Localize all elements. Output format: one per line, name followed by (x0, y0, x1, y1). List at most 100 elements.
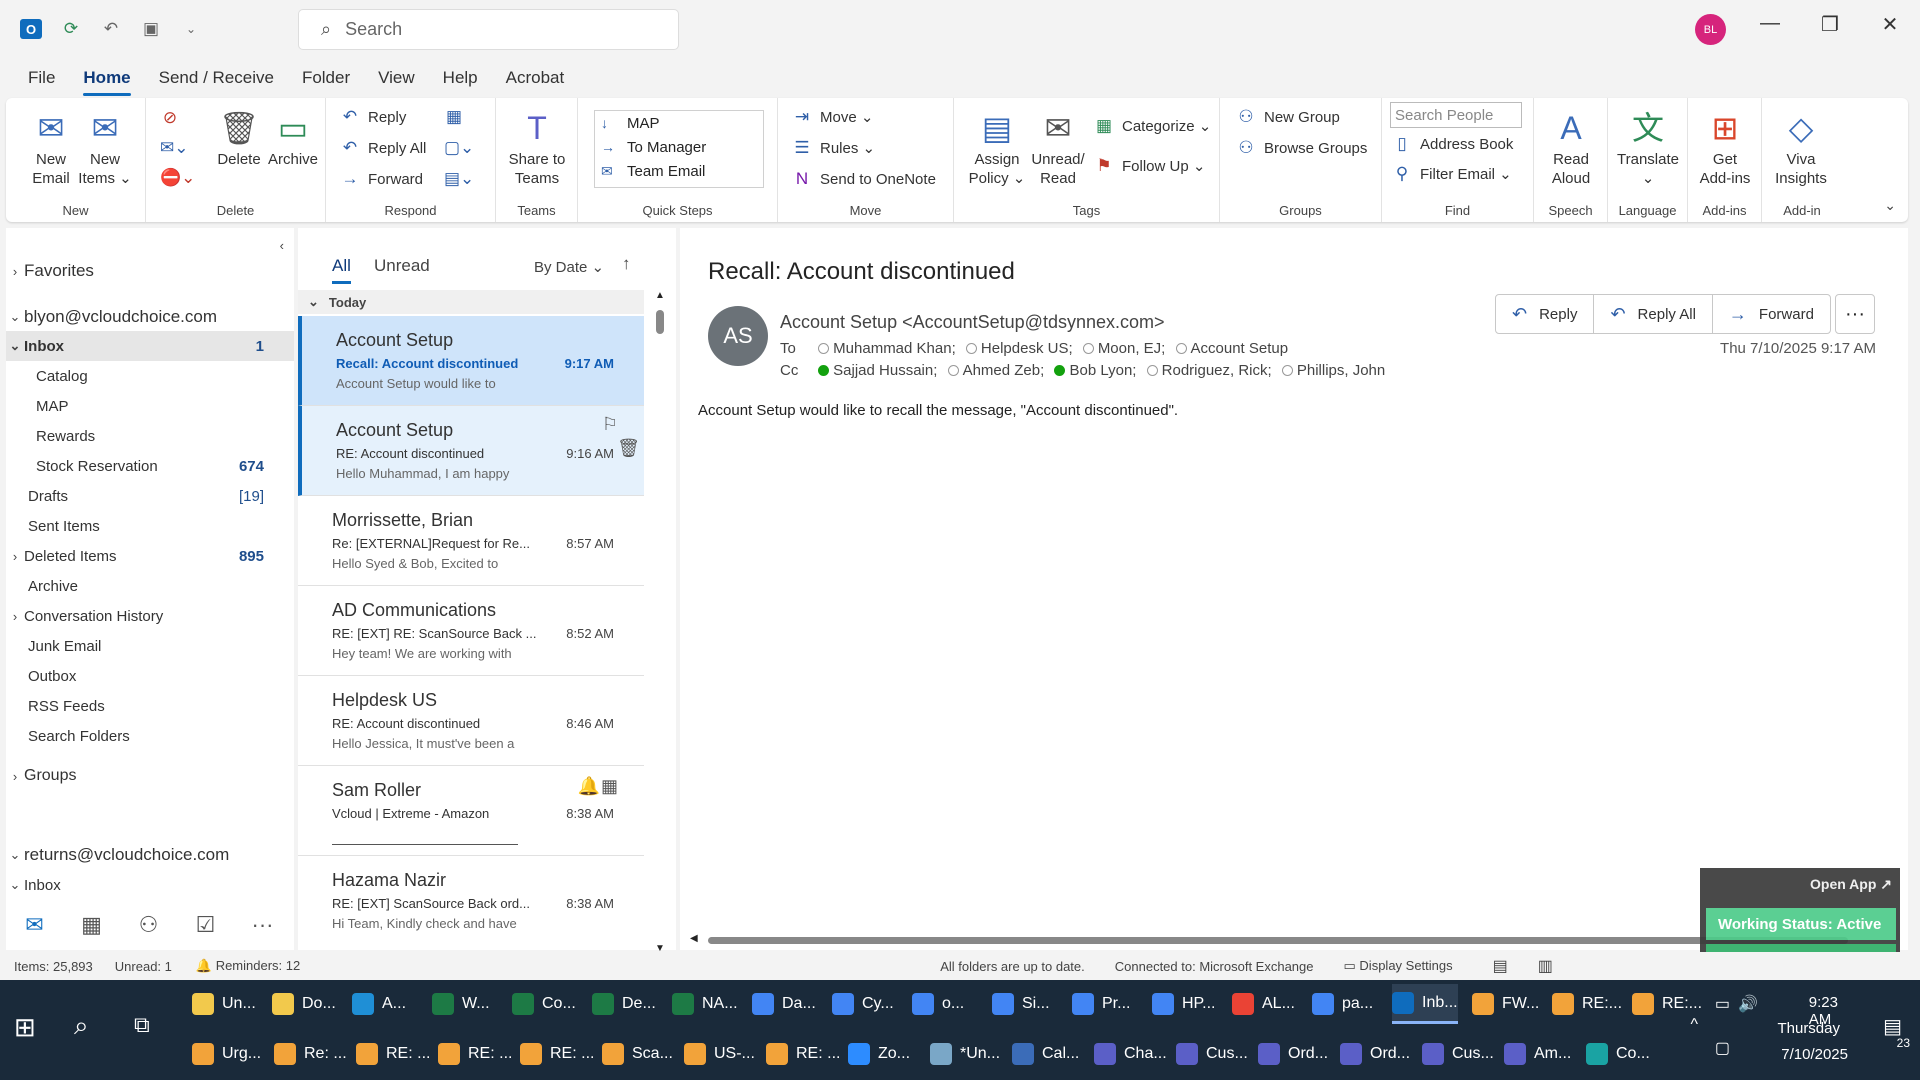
menu-send-receive[interactable]: Send / Receive (159, 62, 274, 94)
quick-step-team-email[interactable]: ✉ Team Email (595, 159, 763, 183)
menu-home[interactable]: Home (83, 62, 131, 96)
rules-button[interactable]: ☰ Rules ⌄ (792, 138, 875, 158)
mail-item[interactable]: Sam Roller Vcloud | Extreme - Amazon 8:3… (298, 766, 644, 856)
message-list-scrollbar[interactable]: ▲ ▼ (654, 290, 666, 954)
mail-icon[interactable]: ✉ (6, 912, 63, 938)
new-group-button[interactable]: ⚇ New Group (1236, 107, 1340, 127)
tasks-icon[interactable]: ☑ (177, 912, 234, 938)
menu-help[interactable]: Help (443, 62, 478, 94)
sort-direction-icon[interactable]: ↑ (622, 254, 631, 274)
ignore-icon[interactable]: ⊘ (160, 108, 188, 128)
taskbar-app[interactable]: *Un... (930, 1034, 1000, 1074)
folder-map[interactable]: MAP (6, 391, 294, 421)
more-respond-icon[interactable]: ▤⌄ (444, 169, 474, 189)
reading-view-icon[interactable]: ▥ (1538, 956, 1553, 976)
minimize-icon[interactable]: — (1750, 12, 1790, 35)
mail-item[interactable]: Account Setup RE: Account discontinued 9… (298, 406, 644, 496)
tab-unread[interactable]: Unread (374, 256, 430, 276)
folder-stock-reservation[interactable]: Stock Reservation 674 (6, 451, 294, 481)
im-icon[interactable]: ▢⌄ (444, 138, 474, 158)
folder-conversation-history[interactable]: › Conversation History (6, 601, 294, 631)
taskbar-app[interactable]: AL... (1232, 984, 1295, 1024)
undo-icon[interactable]: ↶ (100, 18, 122, 40)
taskbar-app[interactable]: Am... (1504, 1034, 1571, 1074)
reading-forward-button[interactable]: → Forward (1713, 295, 1830, 333)
archive-button[interactable]: ▭ Archive (264, 106, 322, 169)
recipient[interactable]: Rodriguez, Rick; (1162, 362, 1272, 379)
sender-address[interactable]: Account Setup <AccountSetup@tdsynnex.com… (780, 312, 1165, 333)
mail-item[interactable]: Helpdesk US RE: Account discontinued 8:4… (298, 676, 644, 766)
taskbar-app[interactable]: Cha... (1094, 1034, 1167, 1074)
mail-item[interactable]: Account Setup Recall: Account discontinu… (298, 316, 644, 406)
junk-icon[interactable]: ⛔⌄ (160, 168, 195, 188)
taskbar-app[interactable]: pa... (1312, 984, 1373, 1024)
taskbar-app[interactable]: HP... (1152, 984, 1216, 1024)
taskbar-app[interactable]: Da... (752, 984, 816, 1024)
menu-file[interactable]: File (28, 62, 55, 94)
taskbar-app[interactable]: o... (912, 984, 964, 1024)
quick-step-map[interactable]: ↓ MAP (595, 111, 763, 135)
follow-up-button[interactable]: ⚑ Follow Up ⌄ (1094, 156, 1205, 176)
meeting-icon[interactable]: ▦ (444, 107, 472, 127)
taskbar-app[interactable]: RE: ... (520, 1034, 594, 1074)
viva-insights-button[interactable]: ◇ Viva Insights (1772, 106, 1830, 188)
sync-icon[interactable]: ⟳ (60, 18, 82, 40)
search-people-input[interactable]: Search People (1390, 102, 1522, 128)
reply-all-button[interactable]: ↶ Reply All (340, 138, 426, 158)
translate-button[interactable]: 文 Translate ⌄ (1614, 106, 1682, 188)
recipient[interactable]: Sajjad Hussain; (833, 362, 937, 379)
taskbar-app[interactable]: RE:... (1552, 984, 1622, 1024)
browse-groups-button[interactable]: ⚇ Browse Groups (1236, 138, 1367, 158)
taskbar-app[interactable]: NA... (672, 984, 738, 1024)
taskbar-app[interactable]: RE: ... (766, 1034, 840, 1074)
clock-date[interactable]: 7/10/2025 (1781, 1046, 1848, 1063)
group-header-today[interactable]: ⌄ Today (298, 290, 644, 314)
folder-inbox-returns[interactable]: ⌄ Inbox (6, 870, 294, 900)
forward-button[interactable]: → Forward (340, 169, 424, 189)
read-aloud-button[interactable]: A Read Aloud (1542, 106, 1600, 188)
layout-icon[interactable]: ▣ (140, 18, 162, 40)
taskbar-app[interactable]: US-... (684, 1034, 755, 1074)
assign-policy-button[interactable]: ▤ Assign Policy ⌄ (964, 106, 1030, 188)
folder-rss-feeds[interactable]: RSS Feeds (6, 691, 294, 721)
taskbar-app[interactable]: Inb... (1392, 984, 1458, 1024)
collapse-pane-icon[interactable]: ‹ (280, 238, 284, 253)
onenote-button[interactable]: N Send to OneNote (792, 169, 936, 189)
address-book-button[interactable]: ▯ Address Book (1392, 134, 1513, 154)
folder-archive[interactable]: Archive (6, 571, 294, 601)
taskbar-app[interactable]: Co... (512, 984, 576, 1024)
calendar-icon[interactable]: ▦ (63, 912, 120, 938)
taskbar-app[interactable]: Cal... (1012, 1034, 1079, 1074)
taskbar-app[interactable]: Cus... (1176, 1034, 1248, 1074)
taskbar-search-icon[interactable]: ⌕ (74, 1010, 89, 1042)
folder-inbox[interactable]: ⌄ Inbox 1 (6, 331, 294, 361)
new-email-button[interactable]: ✉ New Email (22, 106, 80, 188)
delete-button[interactable]: 🗑 Delete (210, 106, 268, 169)
taskbar-app[interactable]: Ord... (1340, 1034, 1410, 1074)
taskbar-app[interactable]: Cus... (1422, 1034, 1494, 1074)
battery-icon[interactable]: ▭ (1715, 994, 1730, 1014)
customize-toolbar-icon[interactable]: ⌄ (180, 18, 202, 40)
taskbar-app[interactable]: Pr... (1072, 984, 1130, 1024)
mail-item[interactable]: Hazama Nazir RE: [EXT] ScanSource Back o… (298, 856, 644, 946)
show-hidden-icons[interactable]: ^ (1690, 1016, 1698, 1034)
groups-header[interactable]: › Groups (6, 761, 294, 791)
recipient[interactable]: Muhammad Khan; (833, 340, 956, 357)
search-box[interactable]: ⌕ Search (298, 9, 679, 50)
account-avatar[interactable]: BL (1695, 14, 1726, 45)
new-items-button[interactable]: ✉ New Items ⌄ (76, 106, 134, 188)
sender-avatar[interactable]: AS (708, 306, 768, 366)
taskbar-app[interactable]: Ord... (1258, 1034, 1328, 1074)
delete-icon[interactable]: 🗑 (617, 438, 640, 459)
cleanup-icon[interactable]: ✉⌄ (160, 138, 189, 158)
reading-horizontal-scrollbar[interactable]: ◀ (690, 933, 1870, 946)
clock-day[interactable]: Thursday (1777, 1020, 1840, 1037)
recipient[interactable]: Phillips, John (1297, 362, 1385, 379)
taskbar-app[interactable]: Un... (192, 984, 256, 1024)
folder-junk-email[interactable]: Junk Email (6, 631, 294, 661)
account-header-blyon[interactable]: ⌄ blyon@vcloudchoice.com (6, 302, 294, 332)
move-button[interactable]: ⇥ Move ⌄ (792, 107, 874, 127)
normal-view-icon[interactable]: ▤ (1493, 956, 1508, 976)
taskbar-app[interactable]: Urg... (192, 1034, 261, 1074)
flag-outline-icon[interactable]: ⚐ (602, 414, 618, 435)
